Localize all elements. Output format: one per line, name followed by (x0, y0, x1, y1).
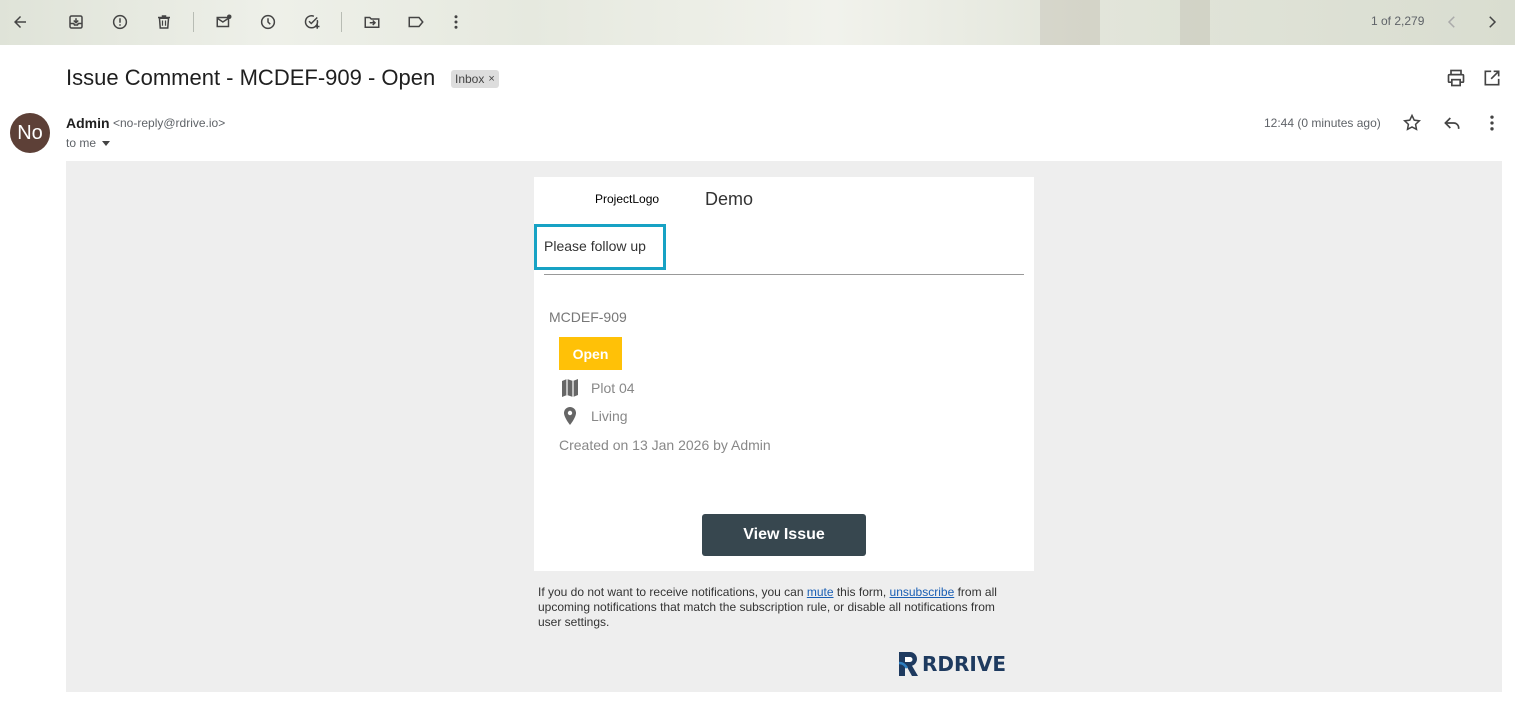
sender-email: <no-reply@rdrive.io> (113, 116, 226, 130)
project-name: Demo (705, 189, 754, 209)
background-decoration (1040, 0, 1100, 45)
pagination-count: 1 of 2,279 (1371, 14, 1425, 28)
toolbar-separator (341, 12, 342, 32)
brand-logo: RDRIVE (896, 648, 1006, 680)
inbox-label-chip[interactable]: Inbox × (451, 70, 499, 88)
brand-name: RDRIVE (922, 652, 1006, 676)
reply-icon[interactable] (1442, 113, 1462, 133)
snooze-icon[interactable] (256, 10, 280, 34)
chevron-down-icon (102, 141, 111, 147)
recipient-details-toggle[interactable]: to me (66, 136, 111, 150)
print-icon[interactable] (1446, 68, 1466, 88)
delete-icon[interactable] (152, 10, 176, 34)
plot-location: Plot 04 (591, 380, 635, 396)
avatar[interactable]: No (10, 113, 50, 153)
mute-link[interactable]: mute (807, 585, 834, 599)
location-pin-icon (561, 406, 579, 426)
map-icon (561, 378, 579, 398)
report-spam-icon[interactable] (108, 10, 132, 34)
add-task-icon[interactable] (300, 10, 324, 34)
label-text: Inbox (455, 72, 485, 86)
divider (544, 274, 1024, 275)
brand-mark-icon (898, 652, 918, 676)
toolbar: 1 of 2,279 (0, 0, 1515, 45)
open-new-window-icon[interactable] (1482, 68, 1502, 88)
unsubscribe-link[interactable]: unsubscribe (890, 585, 955, 599)
back-icon[interactable] (8, 10, 32, 34)
label-icon[interactable] (404, 10, 428, 34)
project-logo: ProjectLogo (595, 192, 660, 206)
background-decoration (1180, 0, 1210, 45)
footer-text-1: If you do not want to receive notificati… (538, 585, 807, 599)
older-icon[interactable] (1480, 10, 1504, 34)
mark-unread-icon[interactable] (212, 10, 236, 34)
more-icon[interactable] (444, 10, 468, 34)
view-issue-button[interactable]: View Issue (702, 514, 866, 556)
room-location: Living (591, 408, 628, 424)
footer-text-2: this form, (833, 585, 890, 599)
email-timestamp: 12:44 (0 minutes ago) (1264, 116, 1381, 130)
issue-id: MCDEF-909 (549, 309, 627, 325)
notification-card: ProjectLogo Demo Please follow up MCDEF-… (534, 177, 1034, 571)
more-options-icon[interactable] (1482, 113, 1502, 133)
archive-icon[interactable] (64, 10, 88, 34)
sender-name: Admin (66, 115, 110, 131)
status-badge: Open (559, 337, 622, 370)
email-subject: Issue Comment - MCDEF-909 - Open (66, 65, 436, 90)
comment-text: Please follow up (544, 238, 646, 254)
toolbar-separator (193, 12, 194, 32)
remove-label-icon[interactable]: × (488, 73, 494, 85)
notification-footer: If you do not want to receive notificati… (538, 585, 1008, 630)
move-to-icon[interactable] (360, 10, 384, 34)
created-info: Created on 13 Jan 2026 by Admin (559, 437, 771, 453)
newer-icon[interactable] (1440, 10, 1464, 34)
recipient-text: to me (66, 136, 97, 150)
star-icon[interactable] (1402, 113, 1422, 133)
